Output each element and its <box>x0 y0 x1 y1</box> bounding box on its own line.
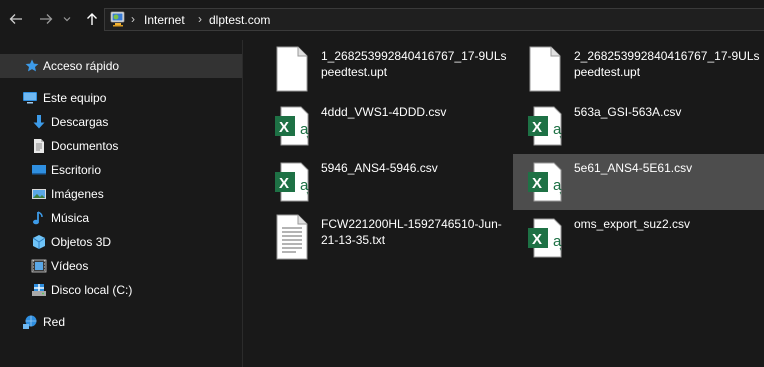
computer-icon <box>22 90 38 106</box>
sidebar-item-label: Red <box>43 315 66 329</box>
svg-text:X: X <box>532 231 542 248</box>
excel-csv-icon: a , X <box>526 213 564 261</box>
chevron-down-icon[interactable] <box>60 9 74 29</box>
text-file-icon <box>273 213 311 261</box>
star-icon <box>24 58 40 74</box>
file-tile[interactable]: a , X 5946_ANS4-5946.csv <box>260 154 511 210</box>
file-tile[interactable]: 1_268253992840416767_17-9ULspeedtest.upt <box>260 42 511 98</box>
file-name: 563a_GSI-563A.csv <box>574 105 682 119</box>
file-name: 5946_ANS4-5946.csv <box>321 161 438 175</box>
breadcrumb-internet[interactable]: Internet <box>144 13 185 27</box>
desktop-icon <box>31 162 47 178</box>
file-name: 2_268253992840416767_17-9ULspeedtest.upt <box>574 49 760 79</box>
sidebar-item-downloads[interactable]: Descargas <box>0 110 242 134</box>
blank-file-icon <box>526 45 564 93</box>
sidebar-item-images[interactable]: Imágenes <box>0 182 242 206</box>
download-icon <box>31 114 47 130</box>
sidebar-item-label: Acceso rápido <box>43 59 120 73</box>
music-icon <box>31 210 47 226</box>
video-icon <box>31 258 47 274</box>
back-arrow-icon[interactable] <box>6 9 26 29</box>
svg-text:,: , <box>559 241 562 251</box>
sidebar-item-label: Imágenes <box>51 187 104 201</box>
svg-text:X: X <box>279 175 289 192</box>
file-tile[interactable]: a , X 563a_GSI-563A.csv <box>513 98 764 154</box>
file-name: FCW221200HL-1592746510-Jun-21-13-35.txt <box>321 217 502 247</box>
sidebar-item-local-disk[interactable]: Disco local (C:) <box>0 278 242 302</box>
svg-text:,: , <box>559 185 562 195</box>
network-location-icon <box>110 11 126 27</box>
excel-csv-icon: a , X <box>273 101 311 149</box>
file-name: 1_268253992840416767_17-9ULspeedtest.upt <box>321 49 507 79</box>
file-tile[interactable]: 2_268253992840416767_17-9ULspeedtest.upt <box>513 42 764 98</box>
sidebar-item-label: Descargas <box>51 115 109 129</box>
excel-csv-icon: a , X <box>273 157 311 205</box>
sidebar-item-quick-access[interactable]: Acceso rápido <box>0 54 242 78</box>
sidebar-item-videos[interactable]: Vídeos <box>0 254 242 278</box>
sidebar-item-label: Este equipo <box>43 91 107 105</box>
sidebar-item-desktop[interactable]: Escritorio <box>0 158 242 182</box>
sidebar-item-label: Escritorio <box>51 163 102 177</box>
sidebar-item-label: Vídeos <box>51 259 89 273</box>
blank-file-icon <box>273 45 311 93</box>
sidebar-item-label: Documentos <box>51 139 119 153</box>
sidebar-item-network[interactable]: Red <box>0 310 242 334</box>
sidebar-item-label: Disco local (C:) <box>51 283 133 297</box>
sidebar-item-this-pc[interactable]: Este equipo <box>0 86 242 110</box>
excel-csv-icon: a , X <box>526 101 564 149</box>
documents-icon <box>31 138 47 154</box>
file-name: oms_export_suz2.csv <box>574 217 691 231</box>
file-list-pane: 1_268253992840416767_17-9ULspeedtest.upt… <box>243 40 764 367</box>
sidebar-item-music[interactable]: Música <box>0 206 242 230</box>
forward-arrow-icon[interactable] <box>36 9 56 29</box>
file-name: 5e61_ANS4-5E61.csv <box>574 161 693 175</box>
svg-text:,: , <box>306 129 309 139</box>
images-icon <box>31 186 47 202</box>
svg-text:X: X <box>532 119 542 136</box>
cube-icon <box>31 234 47 250</box>
svg-text:,: , <box>306 185 309 195</box>
excel-csv-icon: a , X <box>526 157 564 205</box>
svg-text:,: , <box>559 129 562 139</box>
sidebar-item-label: Objetos 3D <box>51 235 112 249</box>
breadcrumb-dlptest[interactable]: dlptest.com <box>209 13 270 27</box>
file-name: 4ddd_VWS1-4DDD.csv <box>321 105 447 119</box>
navigation-bar: › Internet › dlptest.com <box>0 0 764 40</box>
file-tile[interactable]: FCW221200HL-1592746510-Jun-21-13-35.txt <box>260 210 511 266</box>
sidebar-item-label: Música <box>51 211 90 225</box>
breadcrumb-separator-icon[interactable]: › <box>131 12 135 26</box>
svg-text:X: X <box>279 119 289 136</box>
svg-text:X: X <box>532 175 542 192</box>
network-icon <box>22 314 38 330</box>
file-tile[interactable]: a , X 4ddd_VWS1-4DDD.csv <box>260 98 511 154</box>
file-tile-selected[interactable]: a , X 5e61_ANS4-5E61.csv <box>513 154 764 210</box>
drive-icon <box>31 282 47 298</box>
breadcrumb-separator-icon[interactable]: › <box>198 12 202 26</box>
sidebar-item-3d-objects[interactable]: Objetos 3D <box>0 230 242 254</box>
up-arrow-icon[interactable] <box>82 9 102 29</box>
address-bar[interactable]: › Internet › dlptest.com <box>104 8 764 31</box>
sidebar-item-documents[interactable]: Documentos <box>0 134 242 158</box>
navigation-pane: Acceso rápido Este equipo Descargas Docu… <box>0 40 243 367</box>
file-tile[interactable]: a , X oms_export_suz2.csv <box>513 210 764 266</box>
